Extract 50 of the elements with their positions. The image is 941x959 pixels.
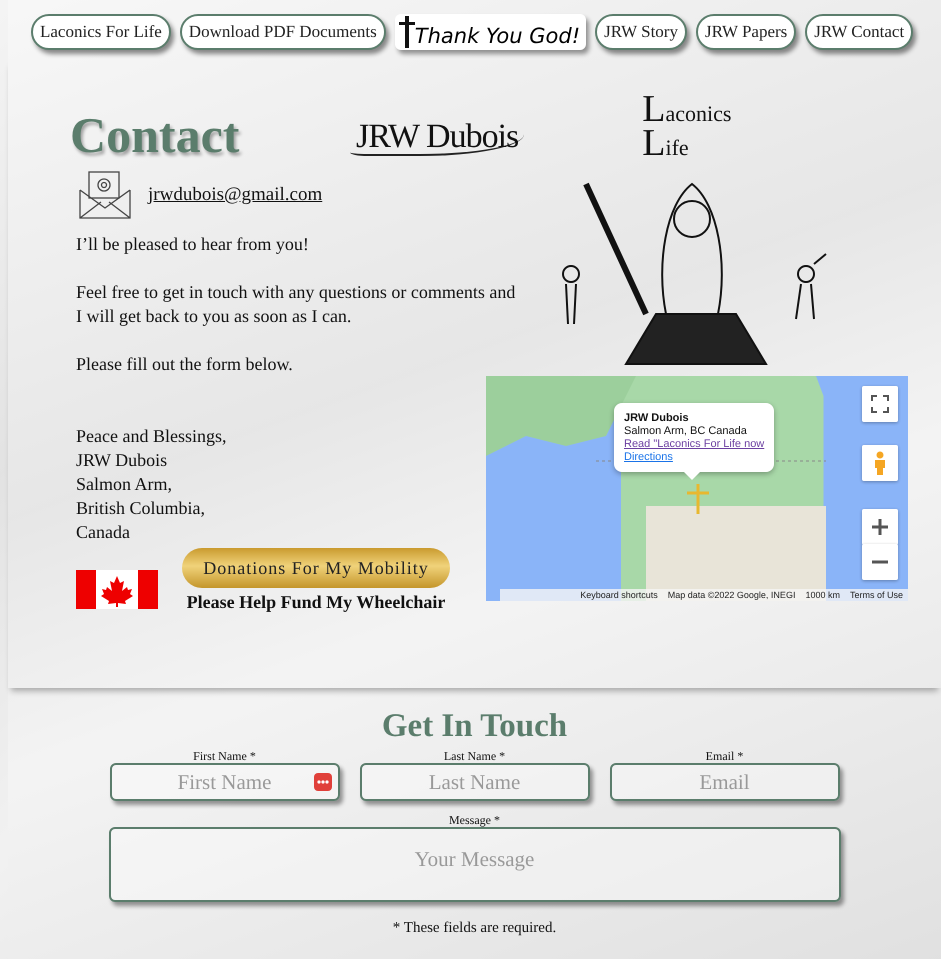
directions-link[interactable]: Directions — [624, 451, 764, 464]
map[interactable]: JRW Dubois Salmon Arm, BC Canada Read "Laconics For Life now Directions Keyboard shortcuts Map data ©2022 Google, INEGI 1000 km Terms of Use — [486, 376, 908, 601]
canada-flag-icon — [76, 570, 158, 609]
map-attribution: Keyboard shortcuts — [579, 589, 659, 601]
email-link[interactable]: jrwdubois@gmail.com — [148, 183, 322, 207]
map-attribution: Map data ©2022 Google, INEGI — [666, 589, 796, 601]
logo: JRW Dubois — [350, 120, 524, 156]
nav-link[interactable]: Thank You God! — [394, 14, 586, 50]
signature-line: Peace and Blessings, — [76, 425, 228, 448]
fullscreen-icon — [871, 395, 889, 413]
input-field[interactable]: Last Name — [360, 763, 590, 801]
signature-line: British Columbia, — [76, 497, 206, 520]
map-attribution: 1000 km — [804, 589, 841, 601]
info-address: Salmon Arm, BC Canada — [624, 425, 748, 438]
signature-line: JRW Dubois — [76, 449, 168, 472]
nav-link[interactable]: Laconics For Life — [31, 14, 171, 50]
info-link[interactable]: Read "Laconics For Life now — [624, 438, 764, 451]
message-field[interactable]: Your Message — [108, 827, 840, 902]
minus-icon — [872, 560, 888, 564]
donate-caption: Please Help Fund My Wheelchair — [186, 591, 446, 614]
form-heading: Get In Touch — [382, 708, 568, 745]
paragraph: Please fill out the form below. — [76, 353, 294, 376]
signature-line: Salmon Arm, — [76, 473, 174, 496]
paragraph: I’ll be pleased to hear from you! — [76, 233, 310, 256]
nav-link[interactable]: JRW Contact — [805, 14, 914, 50]
zoom-out-button[interactable] — [862, 544, 898, 580]
logo: Laconics Life — [642, 92, 732, 160]
field-label: First Name * — [193, 749, 256, 763]
plus-icon — [872, 519, 888, 535]
envelope-icon — [79, 170, 131, 220]
nav-link[interactable]: JRW Papers — [696, 14, 796, 50]
required-note: * These fields are required. — [392, 920, 556, 937]
paragraph: Feel free to get in touch with any questions or comments and I will get back to you as soon as I can. — [76, 281, 516, 328]
input-field[interactable]: Email — [610, 763, 840, 801]
cross-marker-icon — [687, 484, 709, 514]
zoom-in-button[interactable] — [862, 509, 898, 545]
map-attribution: Terms of Use — [848, 589, 904, 601]
cross-icon — [398, 16, 415, 48]
password-manager-icon[interactable] — [314, 773, 332, 791]
info-title: JRW Dubois — [624, 412, 690, 425]
pegman-icon — [873, 451, 887, 475]
nav-link[interactable]: Download PDF Documents — [180, 14, 386, 50]
donate-button[interactable]: Donations For My Mobility — [182, 548, 450, 588]
nav-link[interactable]: JRW Story — [595, 14, 687, 50]
field-label: Email * — [706, 749, 744, 763]
field-label: Message * — [449, 813, 500, 827]
page-heading: Contact — [70, 110, 240, 160]
signature-line: Canada — [76, 521, 131, 544]
field-label: Last Name * — [444, 749, 506, 763]
fullscreen-button[interactable] — [862, 386, 898, 422]
